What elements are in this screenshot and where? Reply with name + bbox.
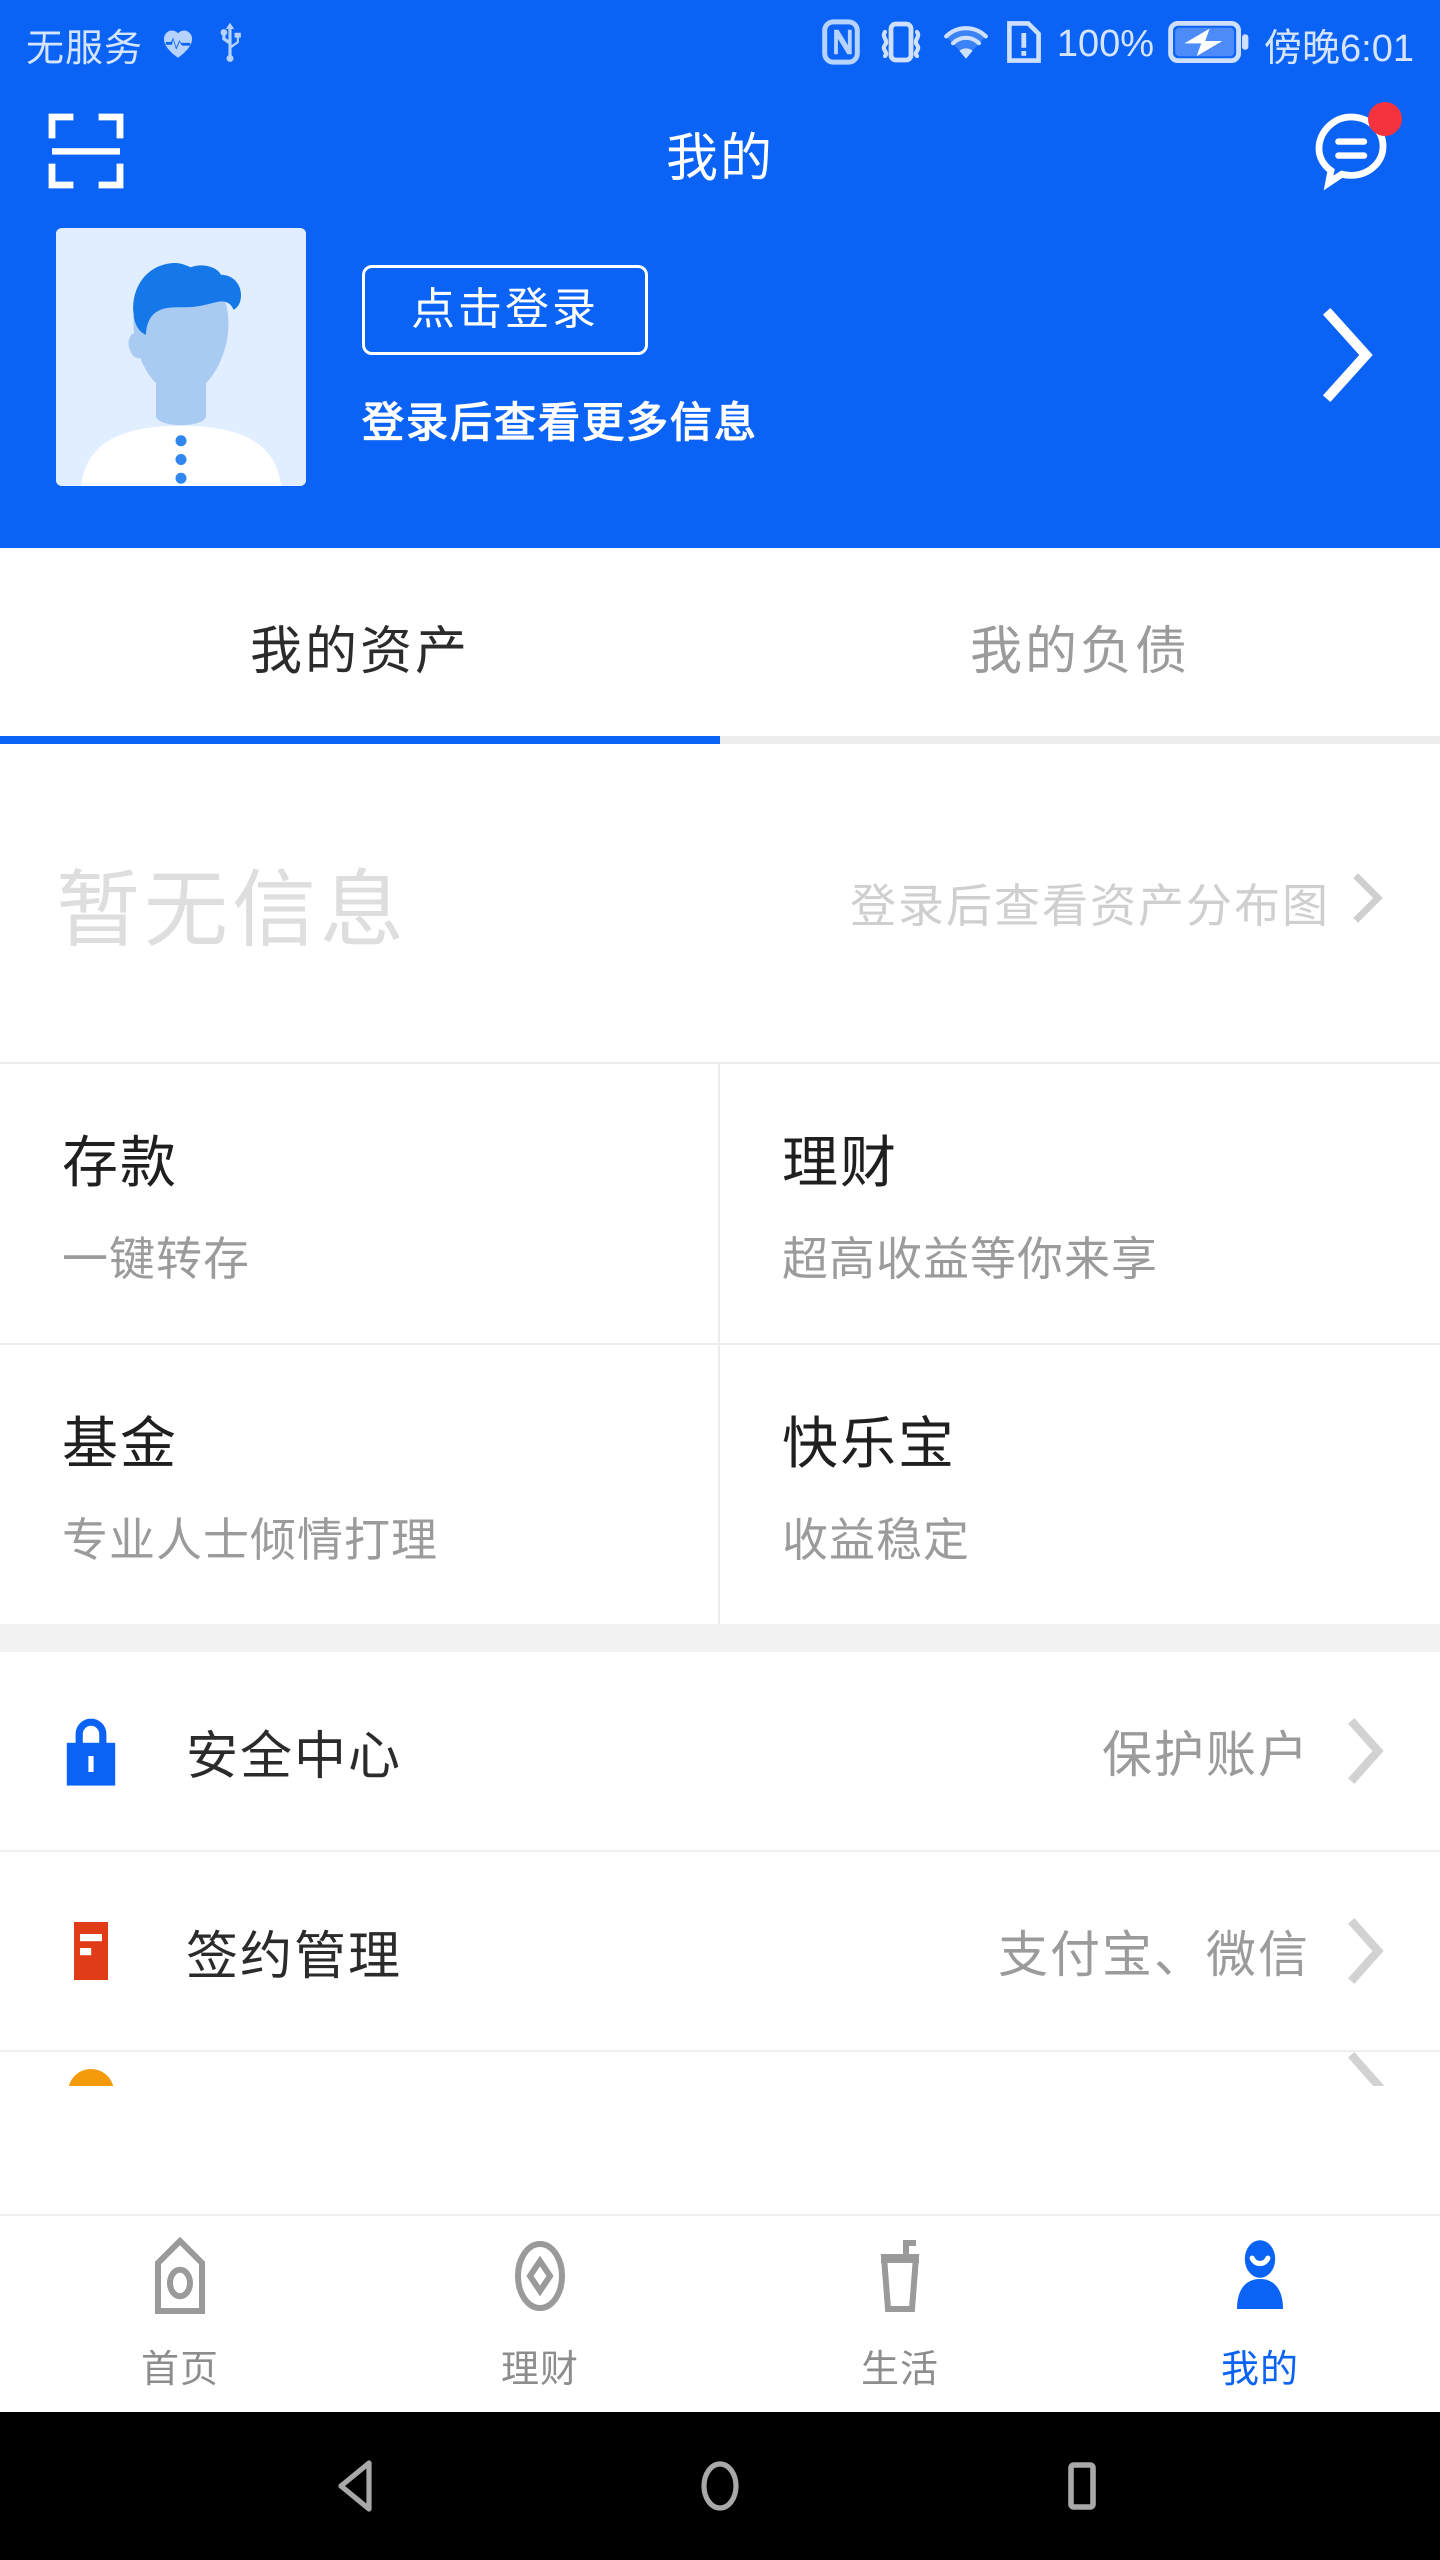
- tab-indicator: [0, 736, 720, 744]
- product-title: 理财: [782, 1118, 1440, 1199]
- scan-icon[interactable]: [44, 109, 128, 198]
- contract-icon: [52, 1914, 130, 1988]
- chevron-right-icon[interactable]: [1314, 303, 1384, 412]
- menu-row-value: 支付宝、微信: [998, 1915, 1310, 1987]
- product-cell-fund[interactable]: 基金 专业人士倾情打理: [0, 1345, 720, 1624]
- empty-state-text: 暂无信息: [56, 843, 408, 964]
- wifi-icon: [941, 22, 991, 67]
- tab-my-debts[interactable]: 我的负债: [720, 609, 1440, 684]
- heart-rate-icon: [157, 21, 199, 68]
- menu-row-contract-management[interactable]: 签约管理 支付宝、微信: [0, 1852, 1440, 2052]
- section-divider: [0, 1624, 1440, 1652]
- profile-card[interactable]: 点击登录 登录后查看更多信息: [0, 218, 1440, 548]
- menu-row-label: 安全中心: [186, 1714, 402, 1789]
- diamond-icon: [503, 2235, 577, 2322]
- asset-empty-state: 暂无信息 登录后查看资产分布图: [0, 744, 1440, 1062]
- chevron-right-icon: [1344, 2052, 1388, 2086]
- product-subtitle: 超高收益等你来享: [782, 1223, 1440, 1289]
- battery-percent-label: 100%: [1057, 23, 1154, 66]
- avatar[interactable]: [56, 228, 306, 486]
- product-subtitle: 一键转存: [62, 1223, 718, 1289]
- vibrate-icon: [875, 20, 927, 69]
- recents-square-icon[interactable]: [1051, 2455, 1113, 2517]
- menu-row-partial[interactable]: [0, 2052, 1440, 2086]
- home-circle-icon[interactable]: [689, 2455, 751, 2517]
- asset-distribution-link[interactable]: 登录后查看资产分布图: [850, 870, 1384, 936]
- bottom-nav-wealth[interactable]: 理财: [360, 2235, 720, 2393]
- chevron-right-icon: [1344, 1914, 1388, 1988]
- bottom-nav-home[interactable]: 首页: [0, 2235, 360, 2393]
- battery-charging-icon: [1168, 19, 1250, 70]
- bottom-nav-label: 首页: [141, 2338, 219, 2393]
- menu-row-value: 保护账户: [1102, 1715, 1310, 1787]
- chevron-right-icon: [1350, 872, 1384, 935]
- header-section: 我的: [0, 88, 1440, 548]
- carrier-label: 无服务: [26, 17, 143, 72]
- login-button[interactable]: 点击登录: [362, 265, 648, 355]
- cup-icon: [863, 2235, 937, 2322]
- nfc-icon: [821, 19, 861, 70]
- app-screen: 无服务 100% 傍晚6:01: [0, 0, 1440, 2560]
- app-navbar: 我的: [0, 88, 1440, 218]
- page-title: 我的: [0, 116, 1440, 191]
- person-icon: [1223, 2235, 1297, 2322]
- back-triangle-icon[interactable]: [327, 2455, 389, 2517]
- tab-my-assets[interactable]: 我的资产: [0, 609, 720, 684]
- clock-label: 傍晚6:01: [1264, 17, 1414, 72]
- bottom-nav-life[interactable]: 生活: [720, 2235, 1080, 2393]
- status-bar-left: 无服务: [26, 17, 247, 72]
- status-bar: 无服务 100% 傍晚6:01: [0, 0, 1440, 88]
- product-subtitle: 专业人士倾情打理: [62, 1504, 718, 1570]
- chevron-right-icon: [1344, 1714, 1388, 1788]
- lock-icon: [52, 1714, 130, 1788]
- product-title: 快乐宝: [782, 1399, 1440, 1480]
- tab-track: [720, 736, 1440, 744]
- profile-info: 点击登录 登录后查看更多信息: [362, 265, 758, 450]
- sim-alert-icon: [1005, 19, 1043, 70]
- bottom-nav-label: 我的: [1221, 2338, 1299, 2393]
- product-subtitle: 收益稳定: [782, 1504, 1440, 1570]
- message-badge: [1368, 102, 1402, 136]
- asset-tabs: 我的资产 我的负债: [0, 548, 1440, 744]
- asset-distribution-label: 登录后查看资产分布图: [850, 870, 1330, 936]
- bottom-nav-mine[interactable]: 我的: [1080, 2235, 1440, 2393]
- status-bar-right: 100% 傍晚6:01: [821, 17, 1414, 72]
- product-title: 存款: [62, 1118, 718, 1199]
- menu-row-label: 签约管理: [186, 1914, 402, 1989]
- product-cell-wealth[interactable]: 理财 超高收益等你来享: [720, 1064, 1440, 1345]
- bottom-nav-label: 生活: [861, 2338, 939, 2393]
- partial-orange-icon: [52, 2052, 130, 2086]
- message-icon[interactable]: [1306, 106, 1396, 201]
- usb-icon: [213, 21, 247, 68]
- android-navigation-bar: [0, 2412, 1440, 2560]
- product-grid: 存款 一键转存 理财 超高收益等你来享 基金 专业人士倾情打理 快乐宝 收益稳定: [0, 1062, 1440, 1624]
- product-cell-deposit[interactable]: 存款 一键转存: [0, 1064, 720, 1345]
- bottom-navigation: 首页 理财 生活: [0, 2214, 1440, 2412]
- menu-row-security-center[interactable]: 安全中心 保护账户: [0, 1652, 1440, 1852]
- product-title: 基金: [62, 1399, 718, 1480]
- home-icon: [143, 2235, 217, 2322]
- bottom-nav-label: 理财: [501, 2338, 579, 2393]
- product-cell-kuailebao[interactable]: 快乐宝 收益稳定: [720, 1345, 1440, 1624]
- menu-list: 安全中心 保护账户 签约管理 支付宝、微信: [0, 1652, 1440, 2086]
- profile-subtitle: 登录后查看更多信息: [362, 389, 758, 450]
